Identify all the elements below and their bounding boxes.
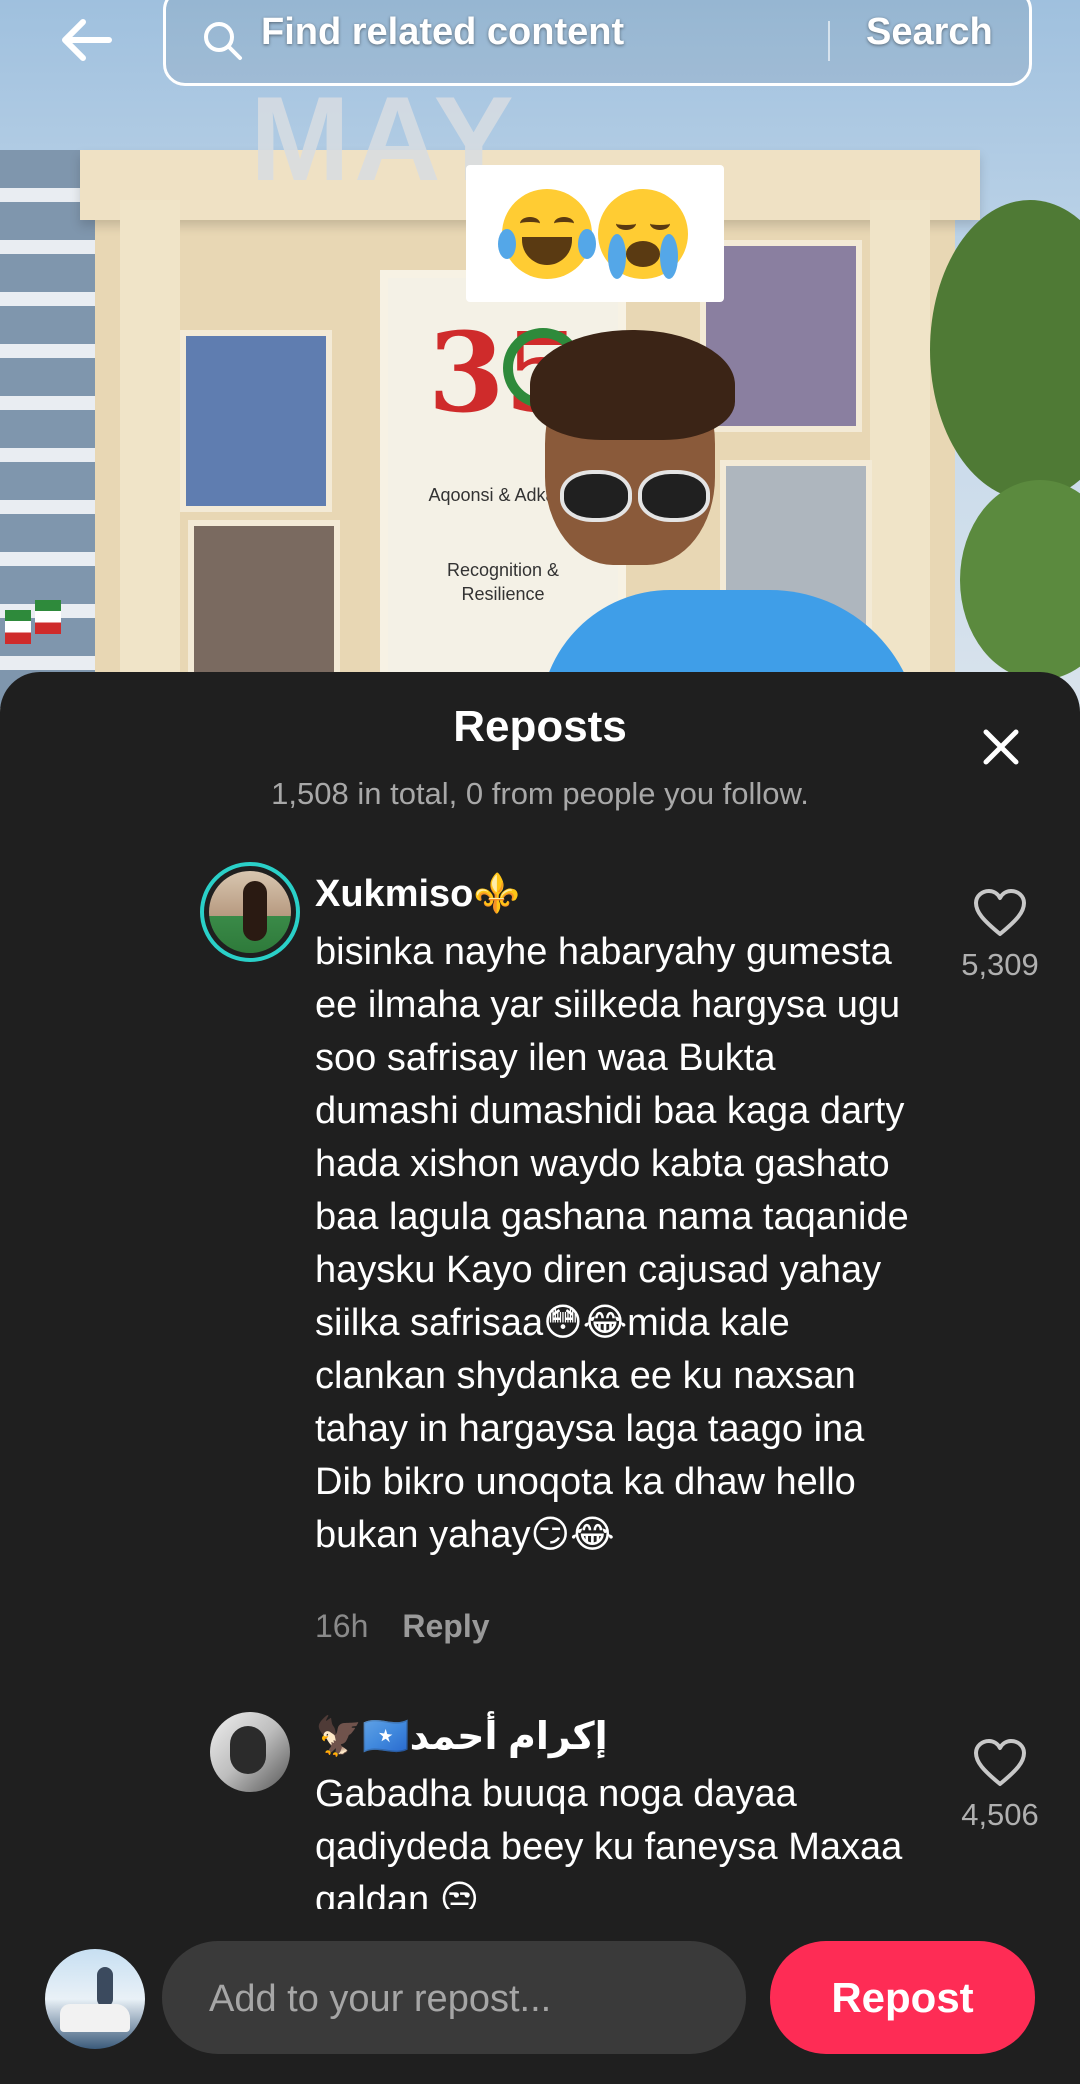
back-button[interactable]: [50, 8, 120, 72]
search-input[interactable]: Find related content: [261, 11, 624, 54]
comment-username[interactable]: Xukmiso⚜️: [315, 872, 521, 916]
sheet-subtitle: 1,508 in total, 0 from people you follow…: [271, 776, 809, 811]
comment-text: bisinka nayhe habaryahy gumesta ee ilmah…: [315, 931, 909, 1556]
like-button[interactable]: 4,506: [940, 1738, 1060, 1833]
photo-panel: [180, 330, 332, 512]
like-count: 5,309: [961, 947, 1039, 982]
repost-input[interactable]: [207, 1971, 711, 2027]
sunglasses: [560, 470, 710, 522]
like-button[interactable]: 5,309: [940, 888, 1060, 983]
repost-input-container[interactable]: [162, 1941, 746, 2054]
comment-meta: 16h Reply: [315, 1608, 490, 1645]
video-background[interactable]: MAY 35 Aqoonsi & Adkaysi Recognition & R…: [0, 0, 1080, 720]
repost-button[interactable]: Repost: [770, 1941, 1035, 2054]
search-icon: [204, 22, 242, 60]
close-icon[interactable]: [976, 722, 1026, 772]
comment-time: 16h: [315, 1608, 369, 1644]
reply-button[interactable]: Reply: [402, 1608, 489, 1644]
search-button[interactable]: Search: [866, 11, 993, 54]
tree: [960, 480, 1080, 680]
person-hair: [530, 330, 735, 440]
avatar[interactable]: [210, 1712, 290, 1792]
poster-line2: Recognition & Resilience: [446, 560, 560, 604]
composer-bar: Repost: [0, 1909, 1080, 2084]
comment-username[interactable]: 🦅🇸🇴إكرام أحمد: [315, 1714, 608, 1759]
like-count: 4,506: [961, 1797, 1039, 1832]
sheet-title: Reposts: [453, 702, 627, 751]
laughing-emoji-icon: [498, 188, 596, 279]
search-divider: [828, 21, 830, 61]
search-bar[interactable]: Find related content Search: [163, 0, 1032, 86]
heart-icon: [974, 889, 1026, 936]
avatar[interactable]: [200, 862, 300, 962]
heart-icon: [974, 1739, 1026, 1786]
reposts-sheet: Reposts 1,508 in total, 0 from people yo…: [0, 672, 1080, 2084]
emoji-sticker: [466, 165, 724, 302]
current-user-avatar[interactable]: [45, 1949, 145, 2049]
crying-emoji-icon: [598, 188, 688, 279]
back-arrow-icon: [62, 19, 112, 61]
flag: [5, 610, 31, 644]
comment-text: Gabadha buuqa noga dayaa qadiydeda beey …: [315, 1773, 903, 1916]
flag: [35, 600, 61, 634]
pillar: [120, 200, 180, 720]
